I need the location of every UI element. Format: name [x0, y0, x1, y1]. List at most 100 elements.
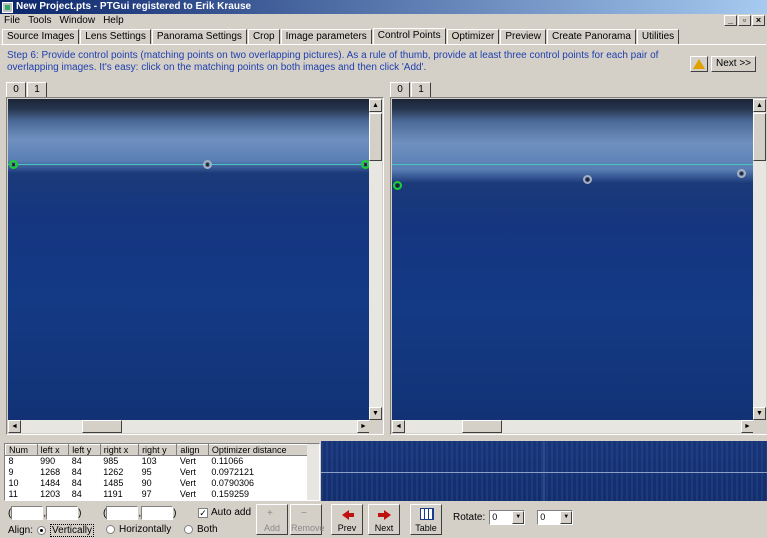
add-button[interactable]: + Add	[256, 504, 288, 535]
chevron-down-icon[interactable]: ▼	[560, 511, 573, 524]
tab-source-images[interactable]: Source Images	[2, 29, 80, 44]
auto-add-checkbox[interactable]: ✓	[198, 507, 208, 518]
scroll-left-icon[interactable]: ◄	[392, 420, 405, 433]
minimize-button[interactable]: _	[724, 15, 737, 26]
table-cell: 10	[8, 478, 19, 488]
menu-window[interactable]: Window	[55, 14, 99, 28]
tab-create-panorama[interactable]: Create Panorama	[546, 29, 636, 44]
left-y-field[interactable]	[46, 506, 79, 520]
table-cell: 0.0790306	[211, 478, 254, 488]
vertically-label: Vertically	[50, 524, 95, 537]
preview-horizon-line	[321, 472, 767, 473]
control-point-marker[interactable]	[737, 169, 746, 178]
chevron-down-icon[interactable]: ▼	[512, 511, 525, 524]
scroll-left-icon[interactable]: ◄	[8, 420, 21, 433]
rotate-right-select[interactable]: 0 ▼	[537, 510, 574, 525]
table-cell: Vert	[179, 456, 196, 467]
table-row[interactable]: 11 1203 84 1191 97 Vert 0.159259	[6, 489, 308, 500]
arrow-left-icon	[342, 510, 354, 520]
rotate-left-select[interactable]: 0 ▼	[489, 510, 526, 525]
overlap-preview	[321, 441, 767, 501]
scroll-up-icon[interactable]: ▲	[369, 99, 382, 112]
table-cell: Vert	[179, 467, 196, 477]
right-image[interactable]	[392, 99, 754, 420]
table-cell: 97	[141, 489, 152, 499]
table-cell: 0.159259	[211, 489, 249, 499]
scroll-thumb[interactable]	[753, 113, 766, 161]
table-cell: 1485	[103, 478, 124, 488]
menu-file[interactable]: File	[0, 14, 24, 28]
close-button[interactable]: ×	[752, 15, 765, 26]
left-vertical-scrollbar[interactable]: ▲ ▼	[369, 99, 382, 420]
prev-button[interactable]: Prev	[331, 504, 363, 535]
tab-optimizer[interactable]: Optimizer	[446, 29, 500, 44]
left-x-field[interactable]	[11, 506, 44, 520]
table-cell: 1203	[40, 489, 61, 499]
right-tab-0[interactable]: 0	[390, 82, 410, 97]
column-header[interactable]: left x	[36, 444, 70, 456]
right-horizontal-scrollbar[interactable]: ◄ ►	[392, 420, 754, 433]
scroll-down-icon[interactable]: ▼	[369, 407, 382, 420]
column-header[interactable]: left y	[68, 444, 101, 456]
left-tab-1[interactable]: 1	[27, 82, 47, 97]
column-header[interactable]: right y	[138, 444, 178, 456]
control-point-marker[interactable]	[9, 160, 18, 169]
rotate-label: Rotate:	[453, 512, 486, 523]
control-point-marker[interactable]	[393, 181, 402, 190]
column-header[interactable]: Num	[5, 444, 38, 456]
left-tab-0[interactable]: 0	[6, 82, 26, 97]
remove-button[interactable]: − Remove	[290, 504, 325, 535]
scroll-thumb[interactable]	[462, 420, 502, 433]
restore-button[interactable]: ▫	[738, 15, 751, 26]
right-tab-1[interactable]: 1	[411, 82, 431, 97]
warning-button[interactable]	[690, 56, 708, 72]
tab-lens-settings[interactable]: Lens Settings	[80, 29, 151, 44]
rotate-left-value: 0	[492, 512, 498, 522]
tab-control-points[interactable]: Control Points	[372, 28, 446, 44]
menu-help[interactable]: Help	[99, 14, 128, 28]
left-image[interactable]	[8, 99, 370, 420]
both-option: Both	[184, 524, 218, 535]
right-image-tabs: 0 1	[390, 82, 432, 97]
scroll-thumb[interactable]	[369, 113, 382, 161]
control-point-marker[interactable]	[583, 175, 592, 184]
table-cell: 985	[103, 456, 119, 467]
table-cell: 1484	[40, 478, 61, 488]
left-horizontal-scrollbar[interactable]: ◄ ►	[8, 420, 370, 433]
next-step-button[interactable]: Next >>	[711, 56, 756, 72]
table-scrollbar[interactable]	[307, 444, 319, 500]
table-row[interactable]: 10 1484 84 1485 90 Vert 0.0790306	[6, 478, 308, 489]
right-vertical-scrollbar[interactable]: ▲ ▼	[753, 99, 766, 420]
tab-crop[interactable]: Crop	[247, 29, 280, 44]
table-button[interactable]: Table	[410, 504, 442, 535]
tab-panorama-settings[interactable]: Panorama Settings	[151, 29, 247, 44]
tab-preview[interactable]: Preview	[500, 29, 546, 44]
tab-image-parameters[interactable]: Image parameters	[280, 29, 372, 44]
vertically-radio[interactable]	[37, 526, 47, 535]
table-cell: 990	[40, 456, 56, 467]
right-x-field[interactable]	[106, 506, 139, 520]
right-y-field[interactable]	[141, 506, 174, 520]
scroll-down-icon[interactable]: ▼	[753, 407, 766, 420]
table-cell: 90	[141, 478, 152, 488]
control-point-marker[interactable]	[203, 160, 212, 169]
align-label: Align:	[8, 525, 34, 536]
table-row[interactable]: 8 990 84 985 103 Vert 0.11066	[6, 456, 308, 467]
column-header[interactable]: align	[176, 444, 209, 456]
table-cell: 84	[71, 489, 82, 499]
scroll-up-icon[interactable]: ▲	[753, 99, 766, 112]
scroll-thumb[interactable]	[82, 420, 122, 433]
tab-utilities[interactable]: Utilities	[636, 29, 680, 44]
table-cell: 95	[141, 467, 152, 477]
column-header[interactable]: Optimizer distance	[207, 444, 309, 456]
menu-tools[interactable]: Tools	[24, 14, 55, 28]
column-header[interactable]: right x	[99, 444, 140, 456]
table-cell: 8	[8, 456, 14, 467]
table-row[interactable]: 9 1268 84 1262 95 Vert 0.0972121	[6, 467, 308, 478]
left-coordinates: ( , )	[8, 506, 82, 520]
horizontally-radio[interactable]	[106, 525, 115, 534]
warning-icon	[693, 59, 705, 69]
both-radio[interactable]	[184, 525, 193, 534]
table-cell: 103	[141, 456, 157, 467]
next-button[interactable]: Next	[368, 504, 400, 535]
